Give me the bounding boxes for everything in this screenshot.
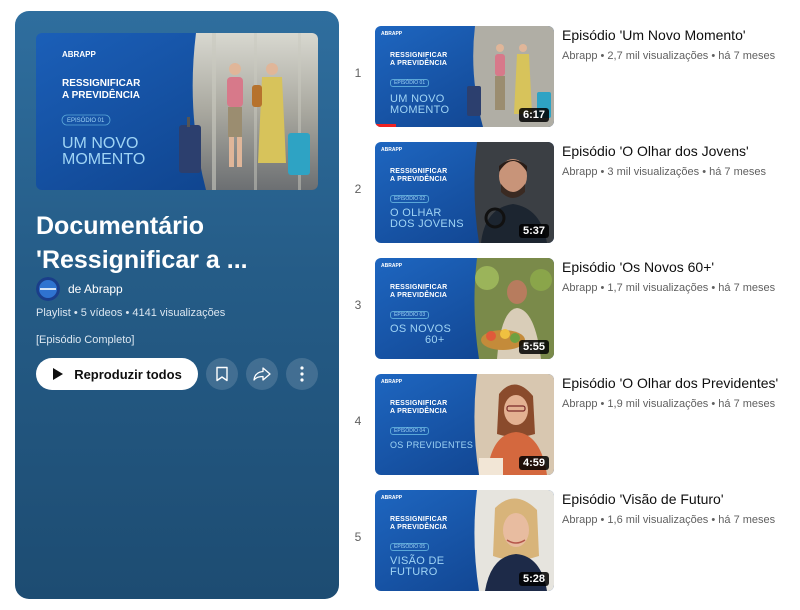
video-thumbnail[interactable]: ABRAPP RESSIGNIFICAR A PREVIDÊNCIA EPISÓ… — [375, 374, 554, 475]
playlist-actions: Reproduzir todos — [36, 358, 318, 390]
video-title[interactable]: Episódio 'Um Novo Momento' — [562, 26, 796, 44]
thumb-line2: A PREVIDÊNCIA — [390, 60, 448, 67]
video-meta: Abrapp • 3 mil visualizações • há 7 mese… — [562, 166, 766, 178]
thumb-line2: A PREVIDÊNCIA — [390, 176, 448, 183]
share-playlist-button[interactable] — [246, 358, 278, 390]
svg-text:ABRAPP: ABRAPP — [62, 50, 96, 59]
video-meta: Abrapp • 2,7 mil visualizações • há 7 me… — [562, 50, 776, 62]
watch-progress-bar — [375, 124, 397, 127]
save-playlist-button[interactable] — [206, 358, 238, 390]
thumb-line2: A PREVIDÊNCIA — [390, 524, 448, 531]
playlist-item[interactable]: 5 ABRAPP RESSIGNIFICAR A PREVIDÊNCIA EPI… — [346, 486, 796, 591]
playlist-item[interactable]: 4 ABRAPP RESSIGNIFICAR A PREVIDÊNCIA EPI… — [346, 370, 796, 475]
thumb-line1: RESSIGNIFICAR — [390, 168, 448, 175]
video-thumbnail[interactable]: ABRAPP RESSIGNIFICAR A PREVIDÊNCIA EPISÓ… — [375, 258, 554, 359]
video-info: Episódio 'O Olhar dos Jovens' Abrapp • 3… — [562, 142, 796, 178]
play-all-label: Reproduzir todos — [74, 366, 182, 382]
video-info: Episódio 'O Olhar dos Previdentes' Abrap… — [562, 374, 796, 410]
playlist-header: ABRAPP RESSIGNIFICAR A PREVIDÊNCIA EPISÓ… — [15, 11, 339, 599]
thumb-line1: RESSIGNIFICAR — [390, 284, 448, 291]
playlist-cover[interactable]: ABRAPP RESSIGNIFICAR A PREVIDÊNCIA EPISÓ… — [36, 33, 318, 190]
channel-prefix: de — [68, 282, 82, 296]
video-title[interactable]: Episódio 'Visão de Futuro' — [562, 490, 796, 508]
video-duration: 5:28 — [518, 572, 549, 586]
channel-row: de Abrapp — [36, 277, 123, 301]
thumb-big2: MOMENTO — [390, 104, 450, 116]
thumb-episode: EPISÓDIO 02 — [390, 195, 430, 203]
thumb-big2: DOS JOVENS — [390, 218, 464, 230]
playlist-item[interactable]: 3 ABRAPP RESSIGNIFICAR A PREVIDÊNCIA EPI… — [346, 254, 796, 359]
abrapp-logo-icon — [36, 277, 60, 301]
item-index: 5 — [354, 530, 362, 544]
svg-text:RESSIGNIFICAR: RESSIGNIFICAR — [62, 78, 141, 89]
video-thumbnail[interactable]: ABRAPP RESSIGNIFICAR A PREVIDÊNCIA EPISÓ… — [375, 26, 554, 127]
video-meta: Abrapp • 1,9 mil visualizações • há 7 me… — [562, 398, 776, 410]
thumb-episode: EPISÓDIO 05 — [390, 543, 430, 551]
play-icon — [53, 368, 64, 380]
thumb-line2: A PREVIDÊNCIA — [390, 292, 448, 299]
video-thumbnail[interactable]: ABRAPP RESSIGNIFICAR A PREVIDÊNCIA EPISÓ… — [375, 490, 554, 591]
save-icon — [216, 366, 228, 382]
thumb-episode: EPISÓDIO 01 — [390, 79, 430, 87]
more-vert-icon — [300, 366, 304, 382]
thumb-brand: ABRAPP — [381, 263, 403, 269]
video-info: Episódio 'Um Novo Momento' Abrapp • 2,7 … — [562, 26, 796, 62]
thumb-brand: ABRAPP — [381, 147, 403, 153]
video-meta: Abrapp • 1,7 mil visualizações • há 7 me… — [562, 282, 776, 294]
playlist-cover-art: ABRAPP RESSIGNIFICAR A PREVIDÊNCIA EPISÓ… — [36, 33, 318, 190]
thumb-big1: OS PREVIDENTES — [390, 440, 474, 450]
playlist-meta: Playlist • 5 vídeos • 4141 visualizações — [36, 307, 226, 319]
thumb-episode: EPISÓDIO 04 — [390, 427, 430, 435]
video-meta: Abrapp • 1,6 mil visualizações • há 7 me… — [562, 514, 776, 526]
channel-link[interactable]: de Abrapp — [68, 282, 123, 296]
item-index: 4 — [354, 414, 362, 428]
thumb-big2: FUTURO — [390, 566, 438, 578]
video-duration: 4:59 — [518, 456, 549, 470]
svg-text:EPISÓDIO 01: EPISÓDIO 01 — [67, 117, 105, 124]
svg-text:UM NOVO: UM NOVO — [62, 135, 138, 152]
item-index: 2 — [354, 182, 362, 196]
thumb-episode: EPISÓDIO 03 — [390, 311, 430, 319]
channel-avatar[interactable] — [36, 277, 60, 301]
playlist-title-line1: Documentário — [36, 212, 205, 240]
playlist-description: [Episódio Completo] — [36, 334, 135, 346]
thumb-line1: RESSIGNIFICAR — [390, 516, 448, 523]
item-index: 3 — [354, 298, 362, 312]
video-thumbnail[interactable]: ABRAPP RESSIGNIFICAR A PREVIDÊNCIA EPISÓ… — [375, 142, 554, 243]
video-duration: 5:55 — [518, 340, 549, 354]
thumb-brand: ABRAPP — [381, 495, 403, 501]
more-options-button[interactable] — [286, 358, 318, 390]
svg-text:MOMENTO: MOMENTO — [62, 151, 145, 168]
share-icon — [253, 367, 271, 381]
thumb-line1: RESSIGNIFICAR — [390, 400, 448, 407]
channel-name: Abrapp — [84, 282, 123, 296]
video-info: Episódio 'Visão de Futuro' Abrapp • 1,6 … — [562, 490, 796, 526]
thumb-line1: RESSIGNIFICAR — [390, 52, 448, 59]
thumb-big2: 60+ — [425, 334, 445, 346]
playlist-item[interactable]: 2 ABRAPP RESSIGNIFICAR A PREVIDÊNCIA EPI… — [346, 138, 796, 243]
video-duration: 6:17 — [518, 108, 549, 122]
thumb-brand: ABRAPP — [381, 31, 403, 37]
play-all-button[interactable]: Reproduzir todos — [36, 358, 198, 390]
video-title[interactable]: Episódio 'Os Novos 60+' — [562, 258, 796, 276]
video-info: Episódio 'Os Novos 60+' Abrapp • 1,7 mil… — [562, 258, 796, 294]
thumb-brand: ABRAPP — [381, 379, 403, 385]
svg-text:A PREVIDÊNCIA: A PREVIDÊNCIA — [62, 88, 140, 101]
video-title[interactable]: Episódio 'O Olhar dos Previdentes' — [562, 374, 796, 392]
thumb-line2: A PREVIDÊNCIA — [390, 408, 448, 415]
video-title[interactable]: Episódio 'O Olhar dos Jovens' — [562, 142, 796, 160]
playlist-item[interactable]: 1 ABRAPP RESSIGNIFICAR A PREVIDÊNCIA EPI… — [346, 22, 796, 127]
playlist-title: Documentário 'Ressignificar a ... — [36, 209, 326, 277]
playlist-title-line2: 'Ressignificar a ... — [36, 246, 248, 274]
item-index: 1 — [354, 66, 362, 80]
video-duration: 5:37 — [518, 224, 549, 238]
